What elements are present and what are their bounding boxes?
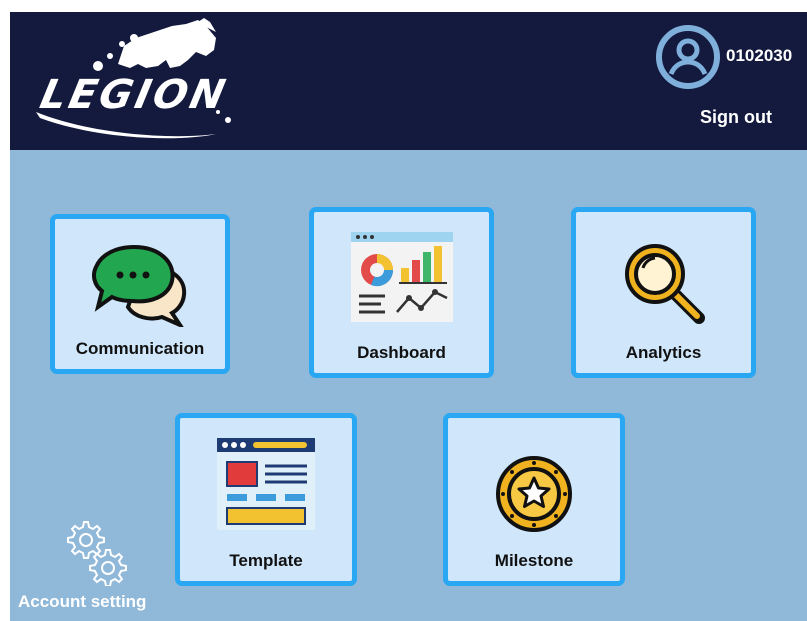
user-id: 0102030 [726,46,793,65]
communication-label: Communication [75,339,205,358]
milestone-tile[interactable]: Milestone [443,413,625,586]
dashboard-tile[interactable]: Dashboard [309,207,494,378]
gears-icon[interactable] [60,518,130,586]
logo-text: LEGION [36,72,232,118]
analytics-tile[interactable]: Analytics [571,207,756,378]
sign-out-link[interactable]: Sign out [700,107,772,128]
user-avatar-icon[interactable] [655,24,721,90]
magnifier-icon [624,244,705,324]
dashboard-charts-icon [350,232,453,322]
template-layout-icon [217,438,315,530]
milestone-label: Milestone [494,551,574,570]
analytics-label: Analytics [625,343,702,362]
template-label: Template [229,551,303,570]
chat-bubbles-icon [92,244,187,327]
dashboard-label: Dashboard [357,343,446,362]
app-frame: LEGION 0102030 Sign out Communication Da… [10,12,807,621]
template-tile[interactable]: Template [175,413,357,586]
communication-tile[interactable]: Communication [50,214,230,374]
star-coin-icon [496,456,572,532]
header-bar: LEGION 0102030 Sign out [10,12,807,150]
legion-logo: LEGION [20,16,245,142]
account-setting-link[interactable]: Account setting [18,592,146,612]
